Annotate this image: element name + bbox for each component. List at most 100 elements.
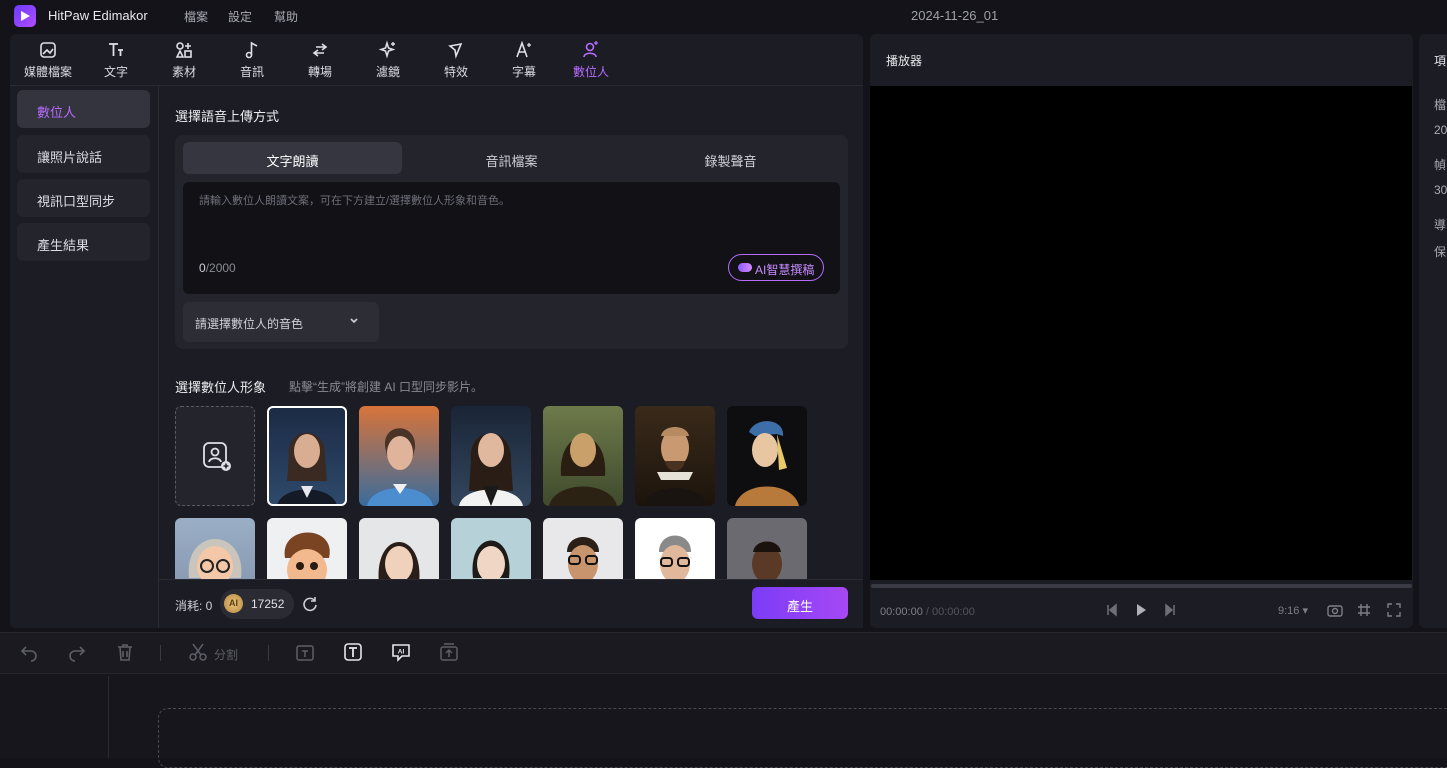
property-label: 檔	[1434, 98, 1447, 112]
avatar-section-title: 選擇數位人形象	[175, 380, 267, 395]
fullscreen-icon[interactable]	[1387, 603, 1401, 617]
subnav-talking-photo[interactable]: 讓照片說話	[17, 135, 150, 173]
avatar-4[interactable]	[543, 406, 623, 506]
avatar-6[interactable]	[727, 406, 807, 506]
ai-sparkle-icon	[738, 263, 752, 272]
consume-label: 消耗: 0	[175, 599, 213, 613]
tab-record-voice[interactable]: 錄製聲音	[621, 142, 840, 174]
avatar-portrait-image	[188, 539, 242, 579]
chevron-down-icon	[350, 318, 358, 324]
tool-assets[interactable]: 素材	[154, 40, 214, 84]
player-title: 播放器	[886, 54, 923, 68]
property-value: 30	[1434, 183, 1447, 197]
avatar-portrait-image	[659, 535, 691, 579]
menu-help[interactable]: 幫助	[274, 8, 298, 25]
digital-human-icon	[583, 41, 598, 58]
text-icon	[109, 43, 123, 56]
next-frame-icon[interactable]	[1164, 603, 1176, 617]
media-icon	[40, 42, 56, 58]
tool-transition[interactable]: 轉場	[290, 40, 350, 84]
ai-write-button[interactable]: AI智慧撰稿	[728, 254, 824, 281]
subnav-lip-sync[interactable]: 視訊口型同步	[17, 179, 150, 217]
add-text-icon[interactable]	[343, 642, 363, 662]
avatar-7[interactable]	[175, 518, 255, 579]
divider	[268, 645, 269, 661]
refresh-icon[interactable]	[301, 595, 319, 613]
tool-filter[interactable]: 濾鏡	[358, 40, 418, 84]
avatar-2[interactable]	[359, 406, 439, 506]
digital-human-subnav: 數位人 讓照片說話 視訊口型同步 產生結果	[10, 86, 159, 628]
redo-icon[interactable]	[67, 642, 87, 662]
video-preview	[870, 86, 1412, 580]
add-person-icon	[203, 442, 231, 471]
title-bar	[0, 0, 1447, 32]
tab-text-to-speech[interactable]: 文字朗讀	[183, 142, 402, 174]
property-value: 保	[1434, 245, 1447, 259]
grid-icon[interactable]	[1357, 603, 1371, 617]
avatar-portrait-image	[643, 427, 707, 506]
avatar-9[interactable]	[359, 518, 439, 579]
undo-icon[interactable]	[19, 642, 39, 662]
tool-effect[interactable]: 特效	[426, 40, 486, 84]
avatar-3[interactable]	[451, 406, 531, 506]
property-label: 幀	[1434, 158, 1447, 172]
avatar-portrait-image	[735, 421, 799, 506]
play-icon[interactable]	[1135, 602, 1147, 618]
ai-subtitle-icon[interactable]: AI	[391, 642, 411, 662]
tool-media[interactable]: 媒體檔案	[18, 40, 78, 84]
tool-subtitle[interactable]: 字幕	[494, 40, 554, 84]
aspect-ratio-select[interactable]: 9:16 ▾	[1278, 604, 1308, 617]
prev-frame-icon[interactable]	[1106, 603, 1118, 617]
voice-upload-title: 選擇語音上傳方式	[175, 109, 280, 124]
snapshot-icon[interactable]	[1327, 603, 1343, 617]
time-display: 00:00:00 / 00:00:00	[880, 606, 975, 618]
filter-icon	[378, 40, 396, 59]
subnav-results[interactable]: 產生結果	[17, 223, 150, 261]
subtitle-icon	[516, 40, 531, 58]
avatar-portrait-image	[567, 537, 599, 579]
assets-icon	[175, 42, 192, 58]
menu-file[interactable]: 檔案	[184, 8, 208, 25]
music-icon	[245, 41, 258, 59]
svg-text:AI: AI	[398, 649, 405, 656]
avatar-1[interactable]	[267, 406, 347, 506]
avatar-grid	[175, 405, 855, 579]
app-logo-icon	[14, 5, 36, 27]
delete-icon[interactable]	[115, 642, 135, 662]
avatar-12[interactable]	[635, 518, 715, 579]
avatar-10[interactable]	[451, 518, 531, 579]
avatar-hint: 點擊“生成”將創建 AI 口型同步影片。	[289, 380, 483, 394]
split-label[interactable]: 分割	[214, 646, 238, 663]
export-text-icon[interactable]	[439, 642, 459, 662]
app-name: HitPaw Edimakor	[48, 8, 148, 23]
avatar-13[interactable]	[727, 518, 807, 579]
timeline-drop-zone[interactable]	[158, 708, 1447, 768]
effect-icon	[448, 42, 463, 59]
avatar-portrait-image	[284, 532, 330, 579]
subnav-digital-human[interactable]: 數位人	[17, 90, 150, 128]
coin-icon: AI	[224, 594, 243, 613]
tab-audio-file[interactable]: 音訊檔案	[402, 142, 621, 174]
avatar-portrait-image	[378, 542, 420, 579]
properties-title: 項	[1434, 54, 1447, 68]
avatar-portrait-image	[367, 428, 433, 506]
avatar-8[interactable]	[267, 518, 347, 579]
playback-progress[interactable]	[871, 584, 1412, 588]
menu-settings[interactable]: 設定	[228, 8, 252, 25]
project-name: 2024-11-26_01	[911, 8, 999, 23]
divider	[160, 645, 161, 661]
import-text-icon[interactable]	[295, 642, 315, 662]
avatar-11[interactable]	[543, 518, 623, 579]
split-icon[interactable]	[188, 642, 208, 662]
avatar-portrait-image	[472, 540, 510, 579]
avatar-portrait-image	[459, 433, 523, 506]
avatar-5[interactable]	[635, 406, 715, 506]
voice-select[interactable]: 請選擇數位人的音色	[183, 302, 379, 342]
property-label: 導	[1434, 218, 1447, 232]
add-avatar-button[interactable]	[175, 406, 255, 506]
tool-music[interactable]: 音訊	[222, 40, 282, 84]
tool-text[interactable]: 文字	[86, 40, 146, 84]
tool-digital-human[interactable]: 數位人	[561, 40, 621, 84]
generate-button[interactable]: 產生	[752, 587, 848, 619]
track-header	[10, 676, 109, 758]
